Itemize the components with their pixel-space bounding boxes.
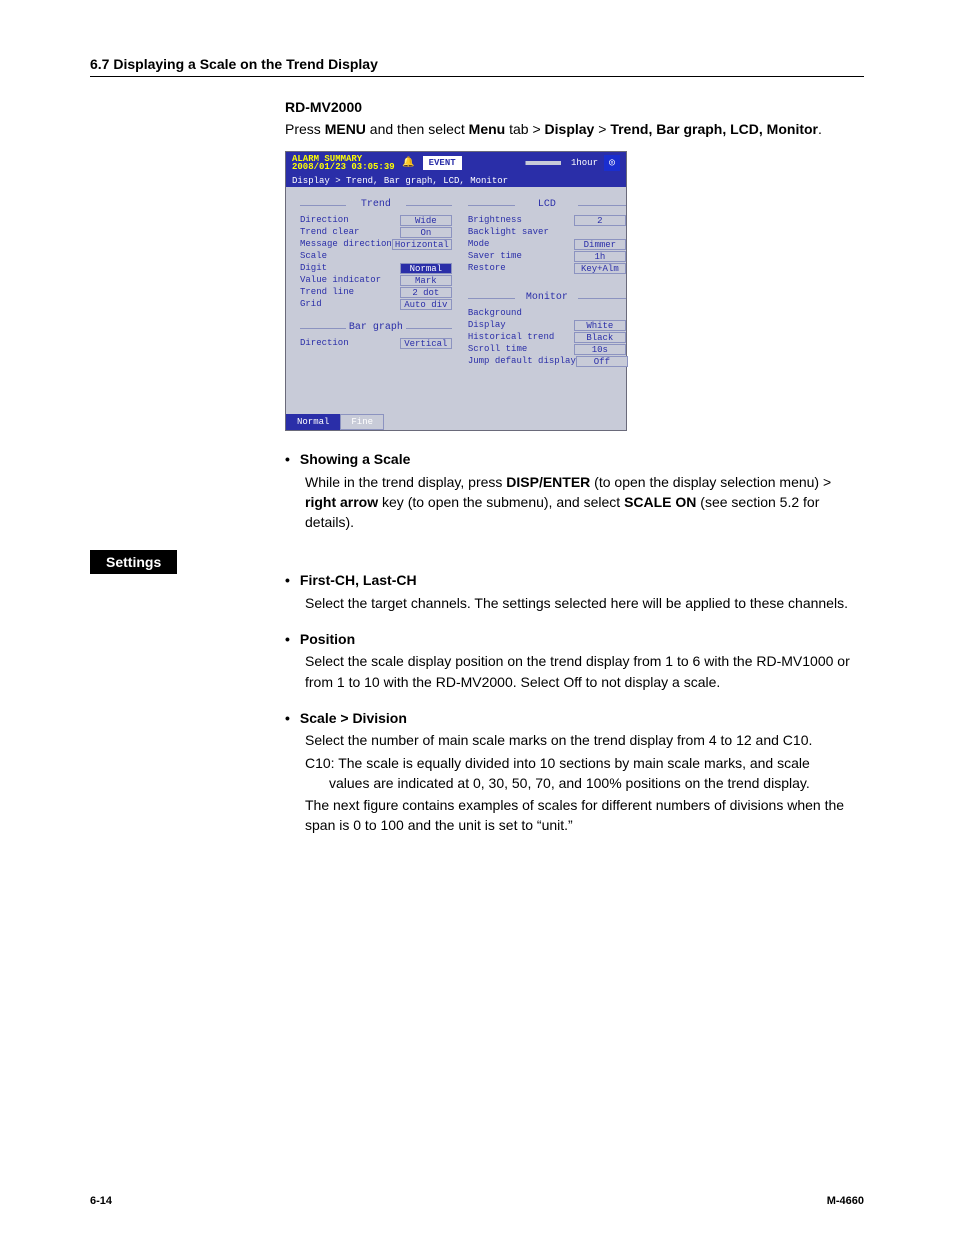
group-trend: Trend — [300, 199, 452, 210]
group-lcd: LCD — [468, 199, 626, 210]
device-setting-row: DigitNormal — [300, 262, 452, 274]
device-setting-row: Value indicatorMark — [300, 274, 452, 286]
device-setting-row: Scale — [300, 250, 452, 262]
section-header: 6.7 Displaying a Scale on the Trend Disp… — [90, 56, 864, 77]
bullet-first-last-ch: •First-CH, Last-CH — [285, 570, 864, 590]
showing-scale-body: While in the trend display, press DISP/E… — [305, 472, 864, 533]
scale-division-body3: values are indicated at 0, 30, 50, 70, a… — [329, 773, 864, 793]
device-breadcrumb: Display > Trend, Bar graph, LCD, Monitor — [286, 174, 626, 187]
doc-id: M-4660 — [827, 1195, 864, 1207]
device-setting-row: DisplayWhite — [468, 319, 626, 331]
position-body: Select the scale display position on the… — [305, 651, 864, 692]
device-setting-row: GridAuto div — [300, 298, 452, 310]
device-setting-row: ModeDimmer — [468, 238, 626, 250]
device-setting-row: Message directionHorizontal — [300, 238, 452, 250]
device-setting-row: Background — [468, 307, 626, 319]
device-setting-row: Saver time1h — [468, 250, 626, 262]
duration-label: 1hour — [571, 158, 598, 168]
group-monitor: Monitor — [468, 292, 626, 303]
device-setting-row: Backlight saver — [468, 226, 626, 238]
scale-division-body1: Select the number of main scale marks on… — [305, 730, 864, 750]
device-setting-row: Brightness2 — [468, 214, 626, 226]
device-setting-row: RestoreKey+Alm — [468, 262, 626, 274]
device-setting-row: DirectionWide — [300, 214, 452, 226]
device-setting-row: DirectionVertical — [300, 337, 452, 349]
device-setting-row: Trend line2 dot — [300, 286, 452, 298]
scale-division-body2: C10: The scale is equally divided into 1… — [305, 753, 864, 773]
first-last-ch-body: Select the target channels. The settings… — [305, 593, 864, 613]
device-footer-tabs: Normal Fine — [286, 414, 626, 430]
scale-division-body4: The next figure contains examples of sca… — [305, 795, 864, 836]
device-setting-row: Scroll time10s — [468, 343, 626, 355]
bullet-showing-scale: •Showing a Scale — [285, 449, 864, 469]
device-screenshot: ALARM SUMMARY 2008/01/23 03:05:39 🔔 EVEN… — [285, 151, 627, 431]
tab-fine: Fine — [340, 414, 384, 430]
alarm-summary: ALARM SUMMARY 2008/01/23 03:05:39 — [292, 155, 395, 171]
event-badge: EVENT — [423, 156, 462, 170]
device-setting-row: Trend clearOn — [300, 226, 452, 238]
bullet-position: •Position — [285, 629, 864, 649]
tab-normal: Normal — [286, 414, 340, 430]
group-bar: Bar graph — [300, 322, 452, 333]
device-setting-row: Historical trendBlack — [468, 331, 626, 343]
page-number: 6-14 — [90, 1195, 112, 1207]
bell-icon: 🔔 — [401, 155, 417, 171]
intro-paragraph: Press MENU and then select Menu tab > Di… — [285, 119, 864, 139]
settings-heading: Settings — [90, 550, 177, 574]
model-title: RD-MV2000 — [285, 99, 864, 115]
device-setting-row: Jump default displayOff — [468, 355, 626, 367]
bullet-scale-division: •Scale > Division — [285, 708, 864, 728]
camera-icon: ◎ — [604, 155, 620, 171]
